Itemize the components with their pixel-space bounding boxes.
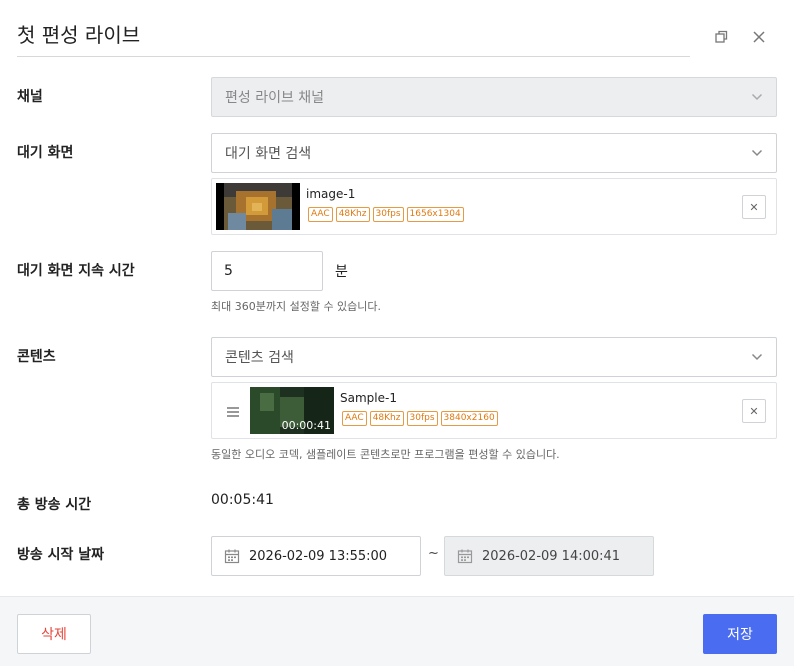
remove-standby-button[interactable]: ✕ xyxy=(742,195,766,219)
standby-duration-label: 대기 화면 지속 시간 xyxy=(17,263,135,279)
resolution-badge: 3840x2160 xyxy=(440,411,498,426)
chevron-down-icon xyxy=(751,93,763,101)
standby-item-badges: AAC 48Khz 30fps 1656x1304 xyxy=(308,207,464,222)
chevron-down-icon xyxy=(751,149,763,157)
end-date-value: 2026-02-09 14:00:41 xyxy=(482,548,621,564)
chevron-down-icon xyxy=(751,353,763,361)
start-date-field[interactable]: 2026-02-09 13:55:00 xyxy=(211,536,421,576)
contents-helper: 동일한 오디오 코덱, 샘플레이트 콘텐츠로만 프로그램을 편성할 수 있습니다… xyxy=(211,448,560,461)
date-separator: ~ xyxy=(428,546,439,561)
start-date-label: 방송 시작 날짜 xyxy=(17,547,105,563)
channel-label: 채널 xyxy=(17,89,43,105)
resolution-badge: 1656x1304 xyxy=(406,207,464,222)
popout-icon[interactable] xyxy=(712,28,730,46)
samplerate-badge: 48Khz xyxy=(369,411,404,426)
contents-label: 콘텐츠 xyxy=(17,349,56,365)
standby-screen-item: image-1 AAC 48Khz 30fps 1656x1304 ✕ xyxy=(211,178,777,235)
contents-item-name: Sample-1 xyxy=(340,391,397,405)
channel-value: 편성 라이브 채널 xyxy=(225,90,325,106)
modal-title: 첫 편성 라이브 xyxy=(17,23,141,47)
video-duration: 00:00:41 xyxy=(281,419,331,432)
close-icon[interactable] xyxy=(750,28,768,46)
remove-icon: ✕ xyxy=(749,200,759,214)
remove-icon: ✕ xyxy=(749,404,759,418)
modal-footer: 삭제 저장 xyxy=(0,596,794,666)
drag-handle-icon[interactable] xyxy=(226,404,240,418)
standby-item-name: image-1 xyxy=(306,187,356,201)
calendar-icon xyxy=(224,548,240,564)
contents-item-badges: AAC 48Khz 30fps 3840x2160 xyxy=(342,411,498,426)
standby-duration-helper: 최대 360분까지 설정할 수 있습니다. xyxy=(211,300,382,313)
standby-screen-label: 대기 화면 xyxy=(17,145,74,161)
title-bar: 첫 편성 라이브 xyxy=(17,20,690,57)
channel-select: 편성 라이브 채널 xyxy=(211,77,777,117)
contents-placeholder: 콘텐츠 검색 xyxy=(225,350,294,366)
duration-unit: 분 xyxy=(335,264,348,280)
remove-contents-button[interactable]: ✕ xyxy=(742,399,766,423)
standby-duration-input[interactable] xyxy=(211,251,323,291)
codec-badge: AAC xyxy=(308,207,333,222)
video-thumbnail: 00:00:41 xyxy=(250,387,334,434)
total-time-label: 총 방송 시간 xyxy=(17,497,92,513)
contents-item: 00:00:41 Sample-1 AAC 48Khz 30fps 3840x2… xyxy=(211,382,777,439)
image-thumbnail xyxy=(216,183,300,230)
end-date-field: 2026-02-09 14:00:41 xyxy=(444,536,654,576)
save-button[interactable]: 저장 xyxy=(703,614,777,654)
start-date-value: 2026-02-09 13:55:00 xyxy=(249,548,388,564)
fps-badge: 30fps xyxy=(372,207,404,222)
standby-screen-search[interactable]: 대기 화면 검색 xyxy=(211,133,777,173)
samplerate-badge: 48Khz xyxy=(335,207,370,222)
calendar-icon xyxy=(457,548,473,564)
delete-button[interactable]: 삭제 xyxy=(17,614,91,654)
total-time-value: 00:05:41 xyxy=(211,492,274,508)
fps-badge: 30fps xyxy=(406,411,438,426)
contents-search[interactable]: 콘텐츠 검색 xyxy=(211,337,777,377)
codec-badge: AAC xyxy=(342,411,367,426)
standby-screen-placeholder: 대기 화면 검색 xyxy=(225,146,312,162)
